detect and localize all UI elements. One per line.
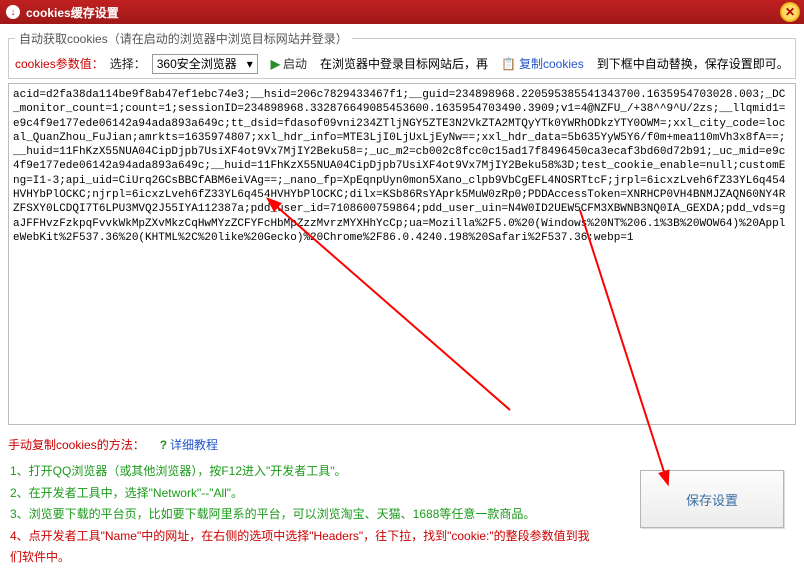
cookies-textarea[interactable] <box>8 83 796 425</box>
save-label: 保存设置 <box>686 490 738 509</box>
param-label: cookies参数值： <box>15 55 104 72</box>
manual-steps: 1、打开QQ浏览器（或其他浏览器），按F12进入"开发者工具"。 2、在开发者工… <box>8 461 598 569</box>
step-1: 1、打开QQ浏览器（或其他浏览器），按F12进入"开发者工具"。 <box>10 461 598 483</box>
manual-title: 手动复制cookies的方法： <box>8 436 145 453</box>
save-settings-button[interactable]: 保存设置 <box>640 470 784 528</box>
copy-label: 复制cookies <box>519 55 584 72</box>
hint-right: 到下框中自动替换，保存设置即可。 <box>597 55 789 72</box>
fieldset-legend: 自动获取cookies（请在启动的浏览器中浏览目标网站并登录） <box>15 30 352 47</box>
app-icon: ↓ <box>6 5 20 19</box>
play-icon: ▶ <box>271 57 280 71</box>
tutorial-label: 详细教程 <box>170 436 218 453</box>
start-button[interactable]: ▶ 启动 <box>264 53 314 74</box>
auto-fetch-fieldset: 自动获取cookies（请在启动的浏览器中浏览目标网站并登录） cookies参… <box>8 30 796 79</box>
select-label: 选择： <box>110 55 146 72</box>
hint-mid: 在浏览器中登录目标网站后，再 <box>320 55 488 72</box>
close-button[interactable]: ✕ <box>780 2 800 22</box>
titlebar: ↓ cookies缓存设置 ✕ <box>0 0 804 24</box>
browser-select[interactable]: 360安全浏览器 ▾ <box>152 54 258 74</box>
step-2: 2、在开发者工具中，选择"Network"--"All"。 <box>10 483 598 505</box>
browser-selected-value: 360安全浏览器 <box>157 55 237 72</box>
step-3: 3、浏览要下载的平台页，比如要下载阿里系的平台，可以浏览淘宝、天猫、1688等任… <box>10 504 598 526</box>
copy-icon: 📋 <box>501 57 516 71</box>
start-label: 启动 <box>283 55 307 72</box>
question-icon: ? <box>160 438 167 452</box>
chevron-down-icon: ▾ <box>247 57 253 71</box>
copy-cookies-button[interactable]: 📋 复制cookies <box>494 53 591 74</box>
tutorial-link[interactable]: ? 详细教程 <box>153 434 225 455</box>
window-title: cookies缓存设置 <box>26 4 119 21</box>
step-4: 4、点开发者工具"Name"中的网址，在右侧的选项中选择"Headers"，往下… <box>10 526 598 569</box>
